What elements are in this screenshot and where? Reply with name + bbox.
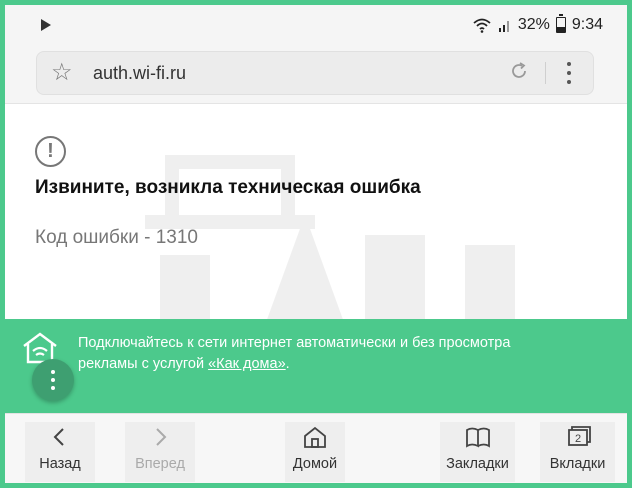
watermark-logo bbox=[145, 155, 515, 325]
bookmarks-button[interactable]: Закладки bbox=[440, 422, 515, 482]
home-button[interactable]: Домой bbox=[285, 422, 345, 482]
promo-banner: Подключайтесь к сети интернет автоматиче… bbox=[5, 319, 627, 413]
back-label: Назад bbox=[39, 456, 81, 472]
tabs-count: 2 bbox=[574, 433, 580, 445]
forward-icon bbox=[156, 428, 167, 446]
banner-message: Подключайтесь к сети интернет автоматиче… bbox=[78, 335, 511, 372]
browser-window: 32% 9:34 ☆ auth.wi-fi.ru ! Извините, воз… bbox=[5, 5, 627, 483]
bookmarks-label: Закладки bbox=[446, 456, 509, 472]
play-icon bbox=[41, 19, 51, 31]
tabs-icon: 2 bbox=[567, 426, 591, 446]
tabs-button[interactable]: 2 Вкладки bbox=[540, 422, 615, 482]
bookmarks-icon bbox=[465, 427, 490, 448]
address-bar[interactable]: ☆ auth.wi-fi.ru bbox=[36, 51, 594, 95]
clock: 9:34 bbox=[571, 16, 603, 33]
toolbar: ☆ auth.wi-fi.ru bbox=[5, 45, 627, 104]
star-icon[interactable]: ☆ bbox=[51, 59, 73, 87]
bottom-nav: Назад Вперед Домой Закладки 2 Вкладки bbox=[5, 413, 627, 483]
home-label: Домой bbox=[292, 456, 338, 472]
divider bbox=[545, 62, 546, 84]
home-icon bbox=[304, 426, 326, 448]
status-indicators: 32% 9:34 bbox=[472, 14, 603, 34]
error-title: Извините, возникла техническая ошибка bbox=[35, 177, 421, 198]
back-button[interactable]: Назад bbox=[25, 422, 95, 482]
banner-link[interactable]: «Как дома» bbox=[208, 356, 286, 372]
battery-icon bbox=[555, 14, 566, 33]
signal-icon bbox=[498, 21, 509, 32]
battery-percent: 32% bbox=[517, 16, 550, 33]
banner-text: Подключайтесь к сети интернет автоматиче… bbox=[78, 333, 548, 375]
back-icon bbox=[53, 428, 64, 446]
tabs-label: Вкладки bbox=[549, 456, 606, 472]
url-text[interactable]: auth.wi-fi.ru bbox=[93, 63, 186, 84]
status-bar: 32% 9:34 bbox=[5, 5, 627, 45]
banner-suffix: . bbox=[285, 356, 290, 372]
forward-label: Вперед bbox=[135, 456, 185, 472]
error-icon: ! bbox=[35, 136, 66, 167]
error-code: Код ошибки - 1310 bbox=[35, 227, 198, 248]
wifi-icon bbox=[473, 18, 491, 33]
menu-icon[interactable] bbox=[561, 62, 577, 84]
reload-icon[interactable] bbox=[509, 61, 529, 81]
more-options-button[interactable] bbox=[32, 359, 74, 401]
forward-button[interactable]: Вперед bbox=[125, 422, 195, 482]
